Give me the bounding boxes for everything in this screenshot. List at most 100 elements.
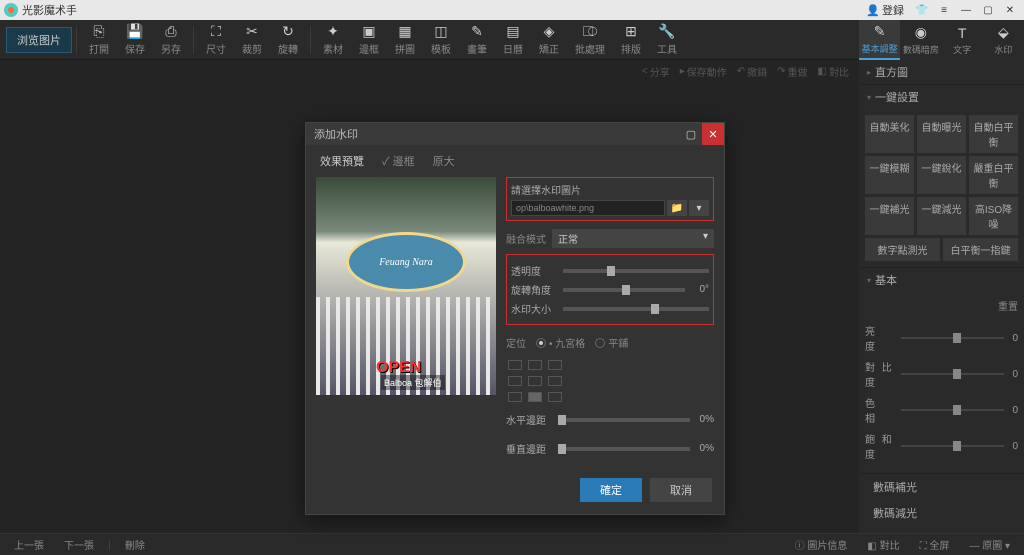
- btn-spot-meter[interactable]: 數字點測光: [865, 238, 940, 261]
- template-icon: ◫: [434, 23, 447, 40]
- opacity-slider[interactable]: 透明度: [511, 263, 709, 278]
- btn-severe-wb[interactable]: 嚴重白平衡: [969, 156, 1018, 194]
- tab-darkroom[interactable]: ◉數碼暗房: [900, 20, 941, 60]
- rotate-slider[interactable]: 旋轉角度0°: [511, 282, 709, 297]
- tool-correct[interactable]: ◈矯正: [531, 20, 567, 59]
- slider-brightness[interactable]: 亮 度0: [865, 323, 1018, 353]
- section-oneclick[interactable]: 一鍵設置: [859, 85, 1024, 109]
- undo-link[interactable]: ↶ 撤銷: [737, 64, 767, 79]
- btn-fill-light[interactable]: 一鍵補光: [865, 197, 914, 235]
- btn-auto-beautify[interactable]: 自動美化: [865, 115, 914, 153]
- slider-saturation[interactable]: 飽 和 度0: [865, 431, 1018, 461]
- file-path-input[interactable]: op\balboawhite.png: [511, 200, 665, 216]
- login-link[interactable]: 👤登録: [866, 2, 904, 18]
- tool-brush[interactable]: ✎畫筆: [459, 20, 495, 59]
- btn-auto-wb[interactable]: 自動白平衡: [969, 115, 1018, 153]
- compare-button[interactable]: ◧ 對比: [861, 535, 905, 554]
- skin-icon[interactable]: 👕: [912, 2, 932, 18]
- tool-layout[interactable]: ⊞排版: [613, 20, 649, 59]
- dialog-close-icon[interactable]: ✕: [702, 123, 724, 145]
- reset-link[interactable]: 重置: [865, 298, 1018, 317]
- close-icon[interactable]: ✕: [1000, 2, 1020, 18]
- size-slider[interactable]: 水印大小: [511, 301, 709, 316]
- save-action-link[interactable]: ▸ 保存動作: [680, 64, 727, 79]
- cancel-button[interactable]: 取消: [650, 478, 712, 502]
- section-histogram[interactable]: 直方圖: [859, 60, 1024, 84]
- camera-icon: ◉: [915, 24, 927, 41]
- rotate-icon: ↻: [282, 23, 294, 40]
- maximize-icon[interactable]: ▢: [978, 2, 998, 18]
- tool-rotate[interactable]: ↻旋轉: [270, 20, 306, 59]
- redo-link[interactable]: ↷ 重做: [777, 64, 807, 79]
- watermark-dialog: 添加水印 ▢ ✕ 效果預覽 ✓ 邊框 原大 Feuang Nara OPEN B…: [305, 122, 725, 515]
- tab-basic-adjust[interactable]: ✎基本調整: [859, 20, 900, 60]
- right-tabs: ✎基本調整 ◉數碼暗房 T文字 ⬙水印: [859, 20, 1024, 60]
- tool-saveas[interactable]: ⎙另存: [153, 20, 189, 59]
- select-image-label: 請選擇水印圖片: [511, 182, 709, 197]
- titlebar: 光影魔术手 👤登録 👕 ≡ — ▢ ✕: [0, 0, 1024, 20]
- tool-template[interactable]: ◫模板: [423, 20, 459, 59]
- compare-link[interactable]: ◧ 對比: [818, 64, 849, 79]
- tool-collage[interactable]: ▦拼圖: [387, 20, 423, 59]
- blend-mode-dropdown[interactable]: 正常▾: [552, 229, 714, 248]
- tool-tools[interactable]: 🔧工具: [649, 20, 685, 59]
- tool-material[interactable]: ✦素材: [315, 20, 351, 59]
- wrench-icon: 🔧: [658, 23, 675, 40]
- dlg-tab-preview[interactable]: 效果預覽: [316, 151, 368, 171]
- tab-text[interactable]: T文字: [942, 20, 983, 60]
- crop-icon: ✂: [246, 23, 258, 40]
- menu-icon[interactable]: ≡: [934, 2, 954, 18]
- tool-save[interactable]: 💾保存: [117, 20, 153, 59]
- tool-size[interactable]: ⛶尺寸: [198, 20, 234, 59]
- ok-button[interactable]: 確定: [580, 478, 642, 502]
- frame-icon: ▣: [362, 23, 375, 40]
- item-reduce-light[interactable]: 數碼減光: [859, 500, 1024, 526]
- item-fill-light[interactable]: 數碼補光: [859, 474, 1024, 500]
- tab-watermark[interactable]: ⬙水印: [983, 20, 1024, 60]
- open-icon: ⎘: [93, 23, 104, 40]
- section-basic[interactable]: 基本: [859, 268, 1024, 292]
- slider-contrast[interactable]: 對 比 度0: [865, 359, 1018, 389]
- browse-file-icon[interactable]: 📁: [667, 200, 687, 216]
- tool-crop[interactable]: ✂裁剪: [234, 20, 270, 59]
- minimize-icon[interactable]: —: [956, 2, 976, 18]
- prev-button[interactable]: 上一張: [8, 535, 50, 554]
- dlg-tab-frame[interactable]: ✓ 邊框: [378, 151, 419, 171]
- right-panel: 直方圖 一鍵設置 自動美化 自動曝光 自動白平衡 一鍵模糊 一鍵銳化 嚴重白平衡…: [859, 60, 1024, 533]
- hmargin-slider[interactable]: 水平邊距0%: [506, 412, 714, 427]
- share-link[interactable]: < 分享: [642, 64, 670, 79]
- radio-tile[interactable]: 平鋪: [595, 335, 628, 350]
- tool-calendar[interactable]: ▤日曆: [495, 20, 531, 59]
- adjust-icon: ✎: [874, 23, 886, 40]
- file-dropdown-icon[interactable]: ▾: [689, 200, 709, 216]
- btn-iso-noise[interactable]: 高ISO降噪: [969, 197, 1018, 235]
- position-grid[interactable]: [508, 360, 714, 402]
- delete-button[interactable]: 刪除: [119, 535, 151, 554]
- batch-icon: ⎄: [583, 23, 598, 40]
- item-clarity[interactable]: 清晰度: [859, 526, 1024, 533]
- fullscreen-button[interactable]: ⛶ 全屏: [914, 535, 956, 554]
- btn-reduce-light[interactable]: 一鍵減光: [917, 197, 966, 235]
- tool-frame[interactable]: ▣邊框: [351, 20, 387, 59]
- tool-batch[interactable]: ⎄批處理: [567, 20, 613, 59]
- zoom-dropdown[interactable]: — 原圖 ▾: [963, 535, 1016, 554]
- dialog-title: 添加水印: [314, 126, 358, 142]
- tool-open[interactable]: ⎘打開: [81, 20, 117, 59]
- collage-icon: ▦: [398, 23, 411, 40]
- next-button[interactable]: 下一張: [58, 535, 100, 554]
- dialog-maximize-icon[interactable]: ▢: [680, 123, 702, 145]
- save-icon: 💾: [126, 23, 143, 40]
- btn-wb-onekey[interactable]: 白平衡一指鍵: [943, 238, 1018, 261]
- btn-auto-expose[interactable]: 自動曝光: [917, 115, 966, 153]
- info-button[interactable]: ⓘ 圖片信息: [789, 535, 854, 554]
- btn-oneclick-blur[interactable]: 一鍵模糊: [865, 156, 914, 194]
- statusbar: 上一張 下一張 | 刪除 ⓘ 圖片信息 ◧ 對比 ⛶ 全屏 — 原圖 ▾: [0, 533, 1024, 555]
- text-icon: T: [958, 25, 967, 41]
- vmargin-slider[interactable]: 垂直邊距0%: [506, 441, 714, 456]
- slider-hue[interactable]: 色 相0: [865, 395, 1018, 425]
- radio-grid[interactable]: • 九宮格: [536, 335, 585, 350]
- browse-button[interactable]: 浏览图片: [6, 27, 72, 53]
- btn-oneclick-sharp[interactable]: 一鍵銳化: [917, 156, 966, 194]
- material-icon: ✦: [327, 23, 339, 40]
- dlg-tab-original[interactable]: 原大: [429, 151, 459, 171]
